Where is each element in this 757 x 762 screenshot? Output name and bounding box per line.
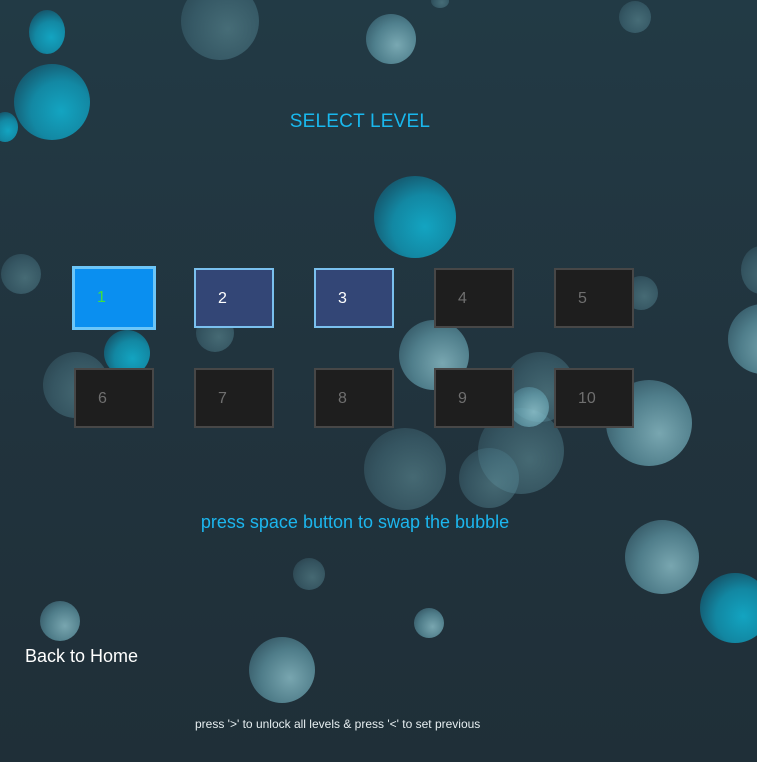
level-button-3[interactable]: 3	[314, 268, 394, 328]
level-button-1[interactable]: 1	[72, 266, 156, 330]
level-button-8[interactable]: 8	[314, 368, 394, 428]
background-bubble	[728, 304, 757, 374]
background-bubble	[40, 601, 80, 641]
background-bubble	[459, 448, 519, 508]
level-button-2[interactable]: 2	[194, 268, 274, 328]
page-title: SELECT LEVEL	[289, 111, 431, 132]
level-button-5[interactable]: 5	[554, 268, 634, 328]
background-bubble	[741, 246, 757, 294]
background-bubble	[509, 387, 549, 427]
background-bubble	[364, 428, 446, 510]
level-button-9[interactable]: 9	[434, 368, 514, 428]
level-button-7[interactable]: 7	[194, 368, 274, 428]
background-bubble	[366, 14, 416, 64]
level-button-10[interactable]: 10	[554, 368, 634, 428]
background-bubble	[181, 0, 259, 60]
game-stage: SELECT LEVEL 1 2 3 4 5 6 7 8 9 10 press …	[0, 0, 757, 762]
back-to-home-link[interactable]: Back to Home	[25, 646, 138, 667]
background-bubble	[700, 573, 757, 643]
level-button-6[interactable]: 6	[74, 368, 154, 428]
footer-note: press '>' to unlock all levels & press '…	[195, 717, 481, 731]
background-bubble	[29, 10, 65, 54]
background-bubble	[431, 0, 449, 8]
background-bubble	[414, 608, 444, 638]
instruction-text: press space button to swap the bubble	[200, 512, 510, 532]
background-bubble	[619, 1, 651, 33]
background-bubble	[374, 176, 456, 258]
background-bubble	[293, 558, 325, 590]
background-bubble	[249, 637, 315, 703]
background-bubble	[1, 254, 41, 294]
level-button-4[interactable]: 4	[434, 268, 514, 328]
